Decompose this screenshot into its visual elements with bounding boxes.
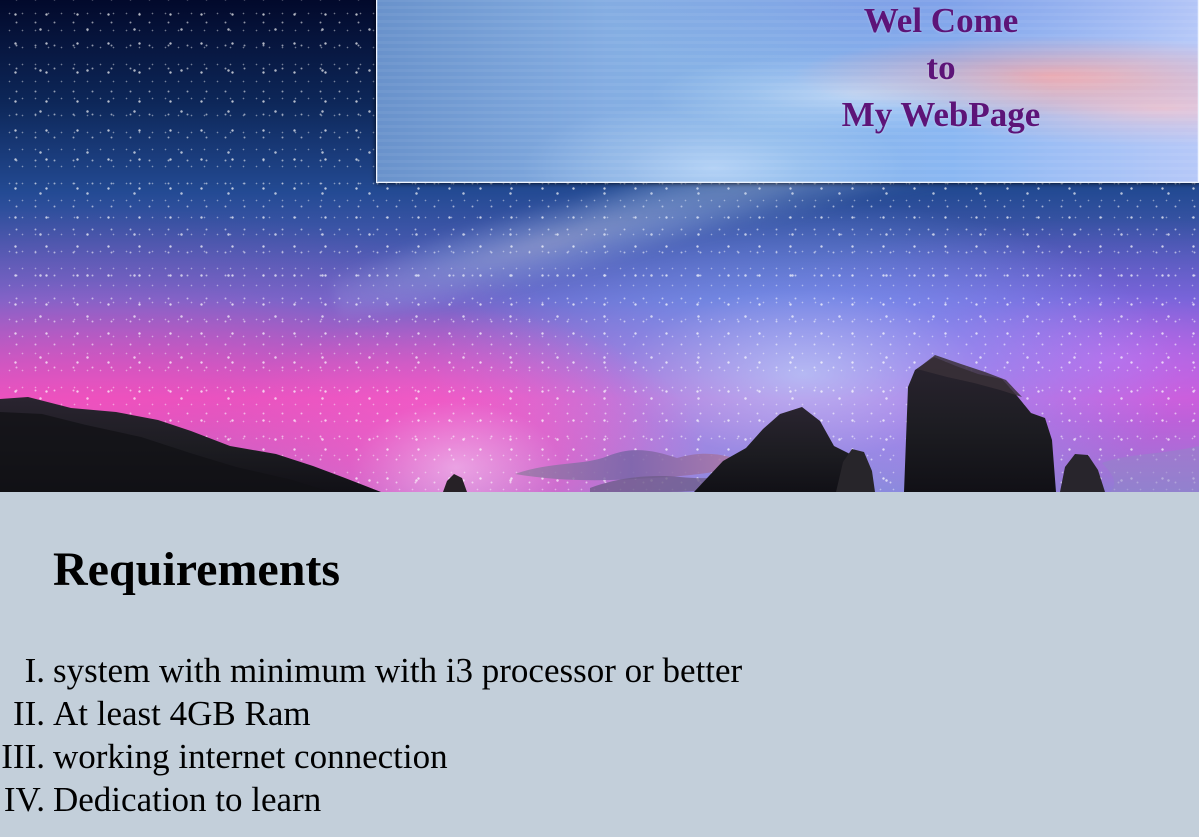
requirement-item: II. At least 4GB Ram <box>13 692 742 735</box>
requirement-text: working internet connection <box>53 737 448 776</box>
roman-numeral-marker: II. <box>12 694 45 733</box>
requirements-list: I. system with minimum with i3 processor… <box>1 649 743 821</box>
requirement-text: At least 4GB Ram <box>53 694 311 733</box>
requirement-text: Dedication to learn <box>53 780 322 819</box>
mountain-silhouette <box>0 355 1199 492</box>
left-small-rock <box>443 474 467 492</box>
requirement-item: I. system with minimum with i3 processor… <box>25 649 743 692</box>
night-sky-hero: Wel Come to My WebPage <box>0 0 1199 492</box>
far-right-rock <box>1060 454 1105 492</box>
roman-numeral-marker: IV. <box>3 780 45 819</box>
requirement-item: IV. Dedication to learn <box>4 778 742 821</box>
webpage: Wel Come to My WebPage Requirements I. s… <box>0 0 1199 837</box>
roman-numeral-marker: III. <box>1 737 45 776</box>
roman-numeral-marker: I. <box>24 651 45 690</box>
requirement-text: system with minimum with i3 processor or… <box>53 651 743 690</box>
requirement-item: III. working internet connection <box>1 735 742 778</box>
requirements-section: Requirements I. system with minimum with… <box>0 492 1199 837</box>
far-right-cloud <box>1102 446 1199 492</box>
requirements-heading: Requirements <box>53 543 341 596</box>
